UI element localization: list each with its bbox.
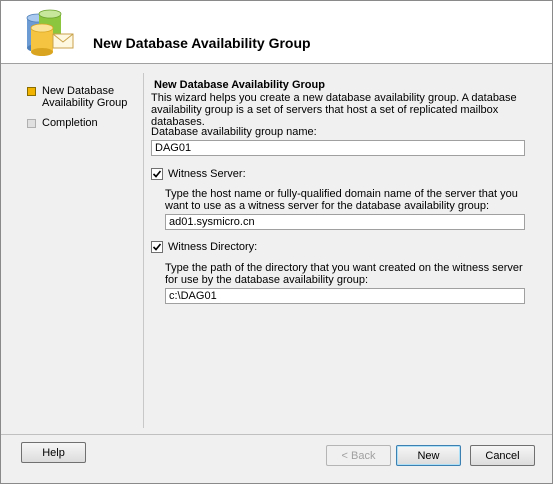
current-step-icon: [27, 87, 36, 96]
wizard-header: New Database Availability Group: [1, 1, 552, 64]
witness-directory-input[interactable]: c:\DAG01: [165, 288, 525, 304]
witness-server-input[interactable]: ad01.sysmicro.cn: [165, 214, 525, 230]
check-icon: [152, 170, 162, 178]
nav-divider: [143, 73, 144, 428]
witness-directory-description: Type the path of the directory that you …: [165, 262, 523, 286]
dag-name-label: Database availability group name:: [151, 126, 317, 138]
new-button[interactable]: New: [396, 445, 461, 466]
wizard-title: New Database Availability Group: [93, 35, 311, 51]
cancel-button[interactable]: Cancel: [470, 445, 535, 466]
witness-server-description: Type the host name or fully-qualified do…: [165, 188, 518, 212]
pending-step-icon: [27, 119, 36, 128]
help-button[interactable]: Help: [21, 442, 86, 463]
nav-step-completion[interactable]: Completion: [27, 117, 132, 129]
witness-server-checkbox-row[interactable]: Witness Server:: [151, 168, 246, 180]
witness-directory-checkbox-row[interactable]: Witness Directory:: [151, 241, 257, 253]
dag-name-input[interactable]: DAG01: [151, 140, 525, 156]
footer-divider: [1, 434, 552, 435]
check-icon: [152, 243, 162, 251]
section-description: This wizard helps you create a new datab…: [151, 92, 517, 128]
database-group-icon: [23, 8, 75, 58]
witness-directory-checkbox[interactable]: [151, 241, 163, 253]
wizard-window: New Database Availability Group New Data…: [0, 0, 553, 484]
witness-server-label: Witness Server:: [168, 168, 246, 180]
nav-step-label: Completion: [42, 117, 98, 129]
nav-step-new-dag[interactable]: New Database Availability Group: [27, 85, 132, 109]
witness-server-checkbox[interactable]: [151, 168, 163, 180]
section-title: New Database Availability Group: [154, 79, 325, 91]
back-button[interactable]: < Back: [326, 445, 391, 466]
witness-directory-label: Witness Directory:: [168, 241, 258, 253]
wizard-steps-nav: New Database Availability Group Completi…: [1, 64, 143, 434]
nav-step-label: New Database Availability Group: [42, 85, 128, 109]
